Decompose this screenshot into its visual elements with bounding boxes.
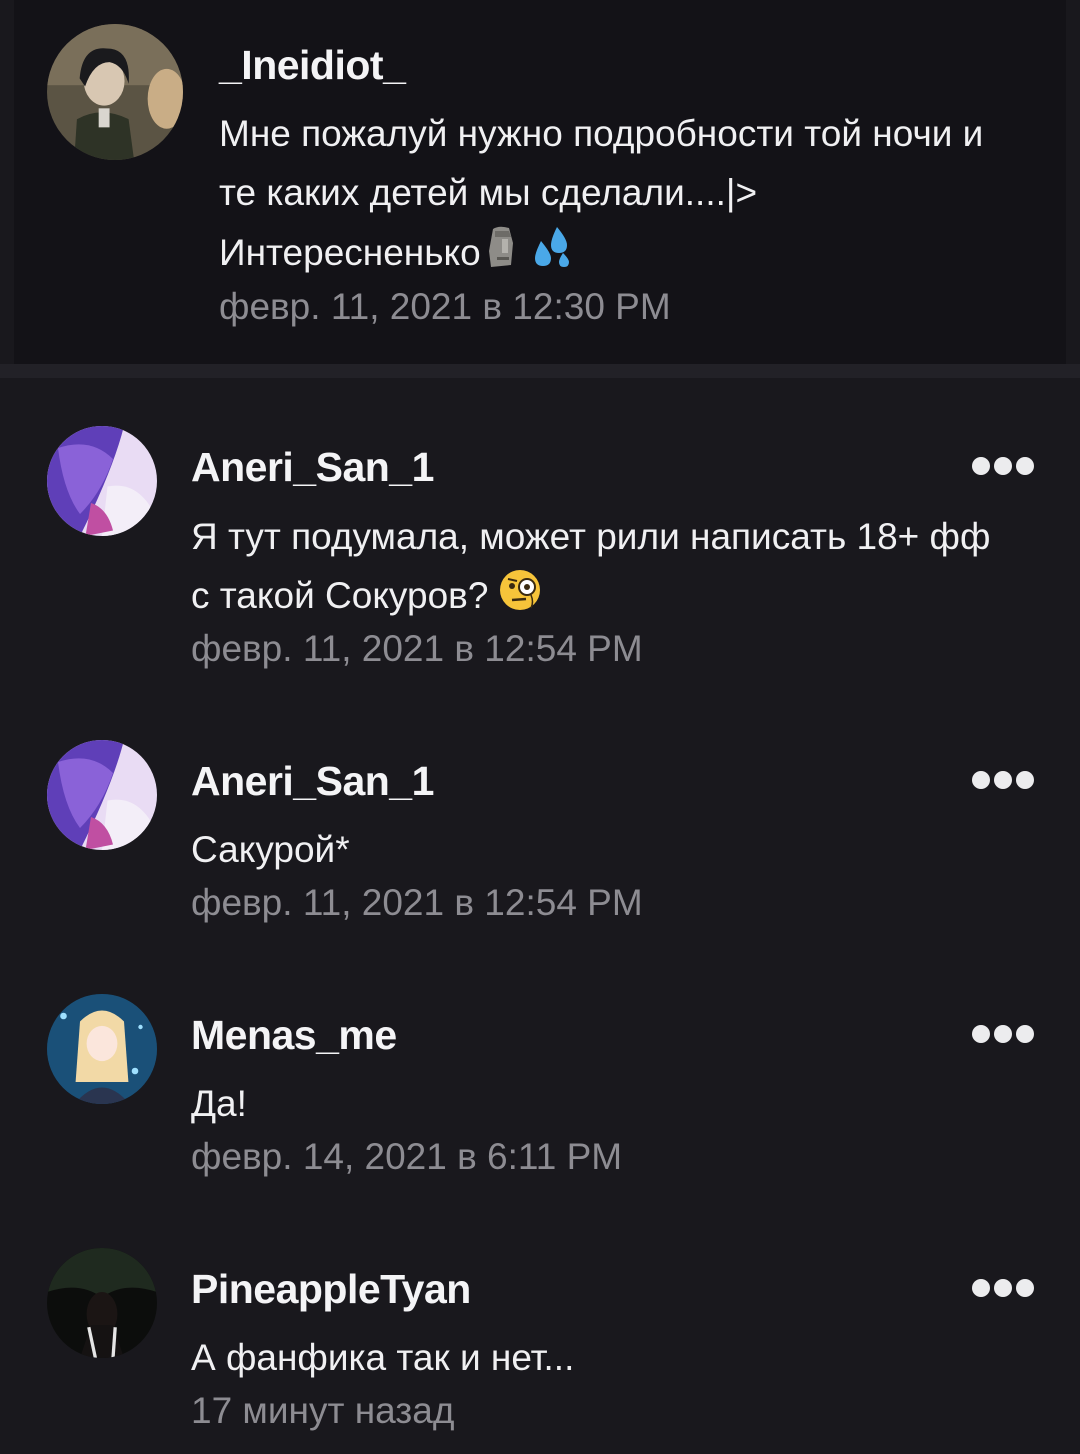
dot-icon [1016, 771, 1034, 789]
comment-username[interactable]: Aneri_San_1 [191, 444, 434, 491]
avatar[interactable] [47, 994, 157, 1104]
comment-timestamp: февр. 14, 2021 в 6:11 PM [191, 1136, 623, 1177]
comment-text-line-with-emoji: с такой Сокуров? [191, 566, 542, 629]
comment-text-line: Да! [191, 1083, 247, 1124]
comment-text-line: Мне пожалуй нужно подробности той ночи и [219, 113, 984, 154]
comment-timestamp: февр. 11, 2021 в 12:54 PM [191, 628, 643, 669]
avatar[interactable] [47, 1248, 157, 1358]
comment-username[interactable]: _Ineidiot_ [219, 42, 406, 89]
comment-text-line: А фанфика так и нет... [191, 1337, 575, 1378]
comment-username[interactable]: PineappleTyan [191, 1266, 471, 1313]
more-options-button[interactable] [972, 1024, 1034, 1044]
face-with-monocle-icon [498, 568, 542, 629]
comment-timestamp: 17 минут назад [191, 1390, 455, 1431]
more-options-button[interactable] [972, 770, 1034, 790]
comment-text-line: те каких детей мы сделали....|> [219, 172, 758, 213]
comment-text-line: Сакурой* [191, 829, 350, 870]
comment-username[interactable]: Menas_me [191, 1012, 397, 1059]
comment-timestamp: февр. 11, 2021 в 12:30 PM [219, 286, 671, 327]
avatar[interactable] [47, 24, 183, 160]
more-options-button[interactable] [972, 1278, 1034, 1298]
dot-icon [1016, 1279, 1034, 1297]
comment-item: _Ineidiot_ Мне пожалуй нужно подробности… [0, 0, 1080, 364]
dot-icon [1016, 1025, 1034, 1043]
dot-icon [972, 1025, 990, 1043]
dot-icon [972, 771, 990, 789]
dot-icon [994, 771, 1012, 789]
section-divider [0, 364, 1080, 378]
comment-text-line: Я тут подумала, может рили написать 18+ … [191, 516, 991, 557]
dot-icon [1016, 457, 1034, 475]
comment-text-line-with-emoji: Интересненько [219, 223, 571, 286]
comment-text-fragment: Интересненько [219, 232, 481, 273]
avatar[interactable] [47, 740, 157, 850]
dot-icon [972, 457, 990, 475]
sweat-droplets-icon [527, 225, 571, 286]
avatar[interactable] [47, 426, 157, 536]
comment-timestamp: февр. 11, 2021 в 12:54 PM [191, 882, 643, 923]
more-options-button[interactable] [972, 456, 1034, 476]
moai-icon [485, 225, 519, 286]
dot-icon [994, 1025, 1012, 1043]
comment-text-fragment: с такой Сокуров? [191, 575, 489, 616]
dot-icon [994, 457, 1012, 475]
comment-username[interactable]: Aneri_San_1 [191, 758, 434, 805]
dot-icon [994, 1279, 1012, 1297]
dot-icon [972, 1279, 990, 1297]
